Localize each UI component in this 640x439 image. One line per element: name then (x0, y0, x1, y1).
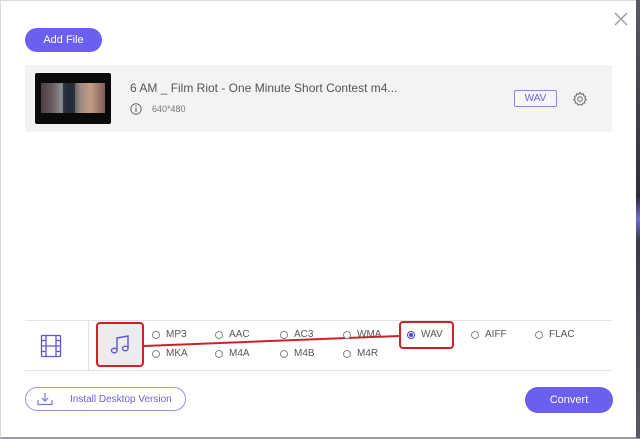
info-icon[interactable] (130, 103, 142, 115)
radio-button[interactable] (343, 349, 351, 358)
format-panel-divider (88, 321, 89, 370)
format-option-flac[interactable]: FLAC (535, 329, 575, 340)
format-panel-divider-top (25, 320, 612, 321)
format-label: M4R (357, 348, 379, 359)
format-label: AC3 (294, 329, 314, 340)
format-option-m4r[interactable]: M4R (343, 348, 378, 359)
format-option-ac3[interactable]: AC3 (280, 329, 313, 340)
file-resolution: 640*480 (152, 104, 186, 114)
file-name: 6 AM _ Film Riot - One Minute Short Cont… (130, 81, 398, 95)
format-label: WMA (357, 329, 382, 340)
format-label: MP3 (166, 329, 187, 340)
format-label: AIFF (485, 329, 507, 340)
format-option-wav[interactable]: WAV (407, 329, 443, 340)
window-edge (636, 0, 640, 438)
radio-button[interactable] (280, 330, 288, 339)
radio-button[interactable] (280, 349, 288, 358)
format-option-m4b[interactable]: M4B (280, 348, 315, 359)
format-option-mka[interactable]: MKA (152, 348, 188, 359)
radio-button[interactable] (215, 330, 223, 339)
radio-button[interactable] (535, 330, 543, 339)
format-option-wma[interactable]: WMA (343, 329, 381, 340)
audio-format-tab[interactable] (96, 322, 144, 367)
radio-button[interactable] (152, 349, 160, 358)
radio-button[interactable] (343, 330, 351, 339)
music-note-icon (110, 334, 129, 353)
format-label: M4A (229, 348, 250, 359)
radio-button[interactable] (215, 349, 223, 358)
format-option-aac[interactable]: AAC (215, 329, 250, 340)
radio-button[interactable] (471, 330, 479, 339)
format-label: AAC (229, 329, 250, 340)
gear-icon[interactable] (572, 91, 588, 107)
radio-button-selected[interactable] (407, 330, 415, 339)
format-panel-divider-bottom (25, 370, 612, 371)
video-thumbnail (35, 73, 111, 124)
file-row: 6 AM _ Film Riot - One Minute Short Cont… (25, 65, 612, 132)
format-label: WAV (421, 329, 443, 340)
format-option-m4a[interactable]: M4A (215, 348, 250, 359)
download-icon (37, 393, 53, 406)
install-label: Install Desktop Version (70, 393, 172, 405)
install-desktop-button[interactable]: Install Desktop Version (25, 387, 186, 411)
film-icon[interactable] (40, 334, 62, 358)
format-option-mp3[interactable]: MP3 (152, 329, 187, 340)
close-icon[interactable] (612, 10, 630, 28)
add-file-button[interactable]: Add File (25, 28, 102, 52)
radio-button[interactable] (152, 330, 160, 339)
output-format-badge[interactable]: WAV (514, 90, 557, 107)
format-label: MKA (166, 348, 188, 359)
format-label: FLAC (549, 329, 575, 340)
format-option-aiff[interactable]: AIFF (471, 329, 507, 340)
format-label: M4B (294, 348, 315, 359)
convert-button[interactable]: Convert (525, 387, 613, 413)
